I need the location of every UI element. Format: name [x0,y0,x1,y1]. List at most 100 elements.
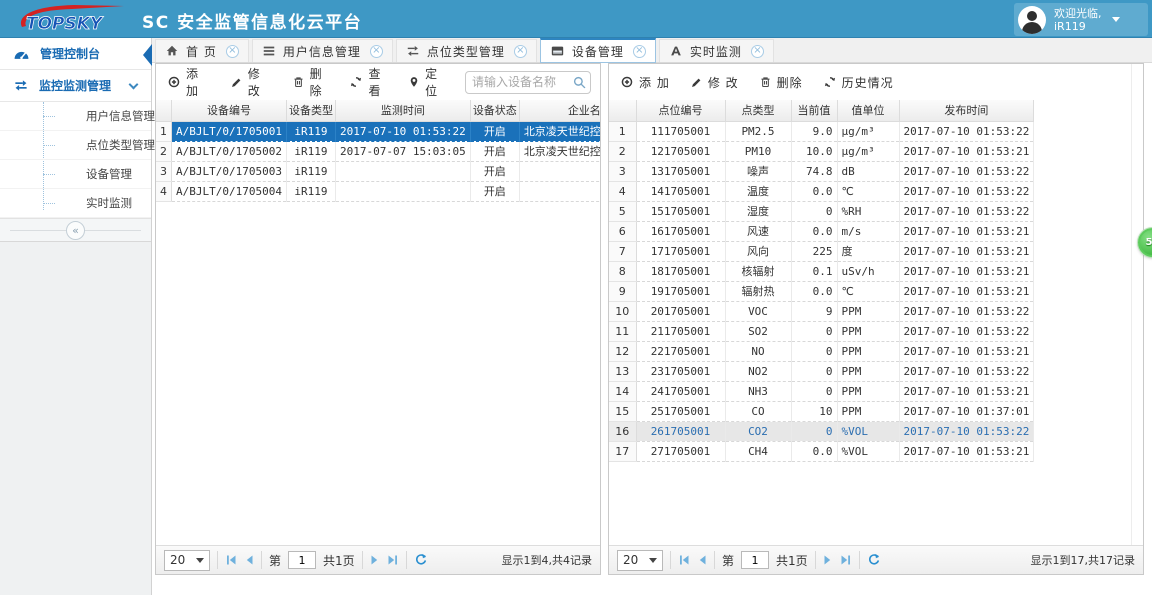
cell[interactable]: A/BJLT/0/1705001 [171,121,287,142]
close-icon[interactable] [369,44,383,58]
cell[interactable]: 0 [791,341,838,362]
reload-button[interactable] [414,553,428,567]
cell[interactable]: 9 [791,301,838,322]
cell[interactable]: 2017-07-10 01:53:21 [899,381,1035,402]
cell[interactable]: 开启 [470,181,520,202]
locate-button[interactable]: 定位 [408,65,445,99]
cell[interactable]: 9.0 [791,121,838,142]
cell[interactable]: 2017-07-10 01:53:22 [899,161,1035,182]
cell[interactable]: 131705001 [636,161,726,182]
cell[interactable]: 2017-07-10 01:53:22 [899,301,1035,322]
cell[interactable]: uSv/h [837,261,900,282]
next-page-button[interactable] [370,554,380,566]
cell[interactable]: 271705001 [636,441,726,462]
column-header[interactable]: 设备状态 [469,100,520,122]
cell[interactable]: 0 [791,201,838,222]
cell[interactable]: 北京凌天世纪控股股份有限 [519,141,600,162]
cell[interactable]: 2017-07-10 01:53:22 [899,361,1035,382]
add-button[interactable]: 添 加 [167,65,210,99]
user-menu[interactable]: 欢迎光临, iR119 [1014,3,1148,36]
cell[interactable]: PPM [837,401,900,422]
cell[interactable]: NH3 [725,381,792,402]
column-header[interactable]: 企业名称 [518,100,600,122]
cell[interactable] [335,181,471,202]
cell[interactable]: %RH [837,201,900,222]
cell[interactable]: 开启 [470,141,520,162]
tab-point-type[interactable]: 点位类型管理 [395,39,537,62]
page-number-input[interactable] [288,551,317,569]
table-row[interactable]: 14 241705001 NH3 0 PPM 2017-07-10 01:53:21 [609,381,1035,402]
column-header[interactable]: 值单位 [836,100,900,122]
cell[interactable]: iR119 [286,181,336,202]
cell[interactable]: 201705001 [636,301,726,322]
edit-button[interactable]: 修 改 [690,74,739,91]
cell[interactable]: 211705001 [636,321,726,342]
cell[interactable]: 0 [791,381,838,402]
cell[interactable]: 湿度 [725,201,792,222]
history-button[interactable]: 历史情况 [823,74,894,91]
cell[interactable]: 核辐射 [725,261,792,282]
table-row[interactable]: 1 A/BJLT/0/1705001 iR119 2017-07-10 01:53:2… [156,121,600,142]
cell[interactable]: μg/m³ [837,141,900,162]
cell[interactable]: 北京凌天世纪控股股份有限 [519,121,600,142]
prev-page-button[interactable] [244,554,254,566]
cell[interactable]: 241705001 [636,381,726,402]
cell[interactable]: PPM [837,301,900,322]
sidebar-item-realtime[interactable]: 实时监测 [0,189,151,218]
table-row[interactable]: 10 201705001 VOC 9 PPM 2017-07-10 01:53:22 [609,301,1035,322]
cell[interactable]: NO2 [725,361,792,382]
table-row[interactable]: 1 111705001 PM2.5 9.0 μg/m³ 2017-07-10 01:53:… [609,121,1035,142]
cell[interactable]: 0.0 [791,221,838,242]
table-row[interactable]: 2 A/BJLT/0/1705002 iR119 2017-07-07 15:03:0… [156,141,600,162]
next-page-button[interactable] [823,554,833,566]
cell[interactable]: 2017-07-10 01:53:21 [899,441,1035,462]
cell[interactable]: 10.0 [791,141,838,162]
cell[interactable]: 191705001 [636,281,726,302]
cell[interactable]: 0.0 [791,281,838,302]
cell[interactable]: 251705001 [636,401,726,422]
cell[interactable]: iR119 [286,161,336,182]
search-input[interactable] [466,75,573,89]
caret-down-icon[interactable] [1111,17,1120,22]
cell[interactable]: %VOL [837,421,900,442]
cell[interactable]: 度 [837,241,900,262]
close-icon[interactable] [513,44,527,58]
cell[interactable]: 161705001 [636,221,726,242]
cell[interactable]: iR119 [286,141,336,162]
cell[interactable]: 2017-07-10 01:53:22 [899,421,1035,442]
cell[interactable]: 2017-07-07 15:03:05 [335,141,471,162]
cell[interactable]: 噪声 [725,161,792,182]
cell[interactable]: μg/m³ [837,121,900,142]
table-row[interactable]: 8 181705001 核辐射 0.1 uSv/h 2017-07-10 01:53:21 [609,261,1035,282]
column-header[interactable]: 当前值 [790,100,838,122]
column-header[interactable]: 设备编号 [171,100,287,122]
last-page-button[interactable] [840,554,852,566]
first-page-button[interactable] [225,554,237,566]
cell[interactable]: 2017-07-10 01:53:21 [899,281,1035,302]
cell[interactable]: NO [725,341,792,362]
delete-button[interactable]: 删除 [292,65,330,99]
table-row[interactable]: 15 251705001 CO 10 PPM 2017-07-10 01:37:01 [609,401,1035,422]
last-page-button[interactable] [387,554,399,566]
cell[interactable]: 2017-07-10 01:37:01 [899,401,1035,422]
cell[interactable]: 0.0 [791,181,838,202]
cell[interactable]: 风向 [725,241,792,262]
cell[interactable]: CH4 [725,441,792,462]
table-row[interactable]: 5 151705001 湿度 0 %RH 2017-07-10 01:53:22 [609,201,1035,222]
cell[interactable]: 风速 [725,221,792,242]
cell[interactable] [519,161,600,182]
table-row[interactable]: 4 141705001 温度 0.0 ℃ 2017-07-10 01:53:22 [609,181,1035,202]
table-row[interactable]: 16 261705001 CO2 0 %VOL 2017-07-10 01:53:22 [609,421,1035,442]
column-header[interactable]: 设备类型 [285,100,336,122]
cell[interactable] [335,161,471,182]
cell[interactable]: 141705001 [636,181,726,202]
cell[interactable]: CO2 [725,421,792,442]
table-row[interactable]: 12 221705001 NO 0 PPM 2017-07-10 01:53:21 [609,341,1035,362]
cell[interactable]: 111705001 [636,121,726,142]
cell[interactable]: 2017-07-10 01:53:21 [899,261,1035,282]
cell[interactable]: VOC [725,301,792,322]
cell[interactable]: 2017-07-10 01:53:21 [899,241,1035,262]
cell[interactable]: 121705001 [636,141,726,162]
delete-button[interactable]: 删除 [759,74,803,91]
cell[interactable]: 0.1 [791,261,838,282]
